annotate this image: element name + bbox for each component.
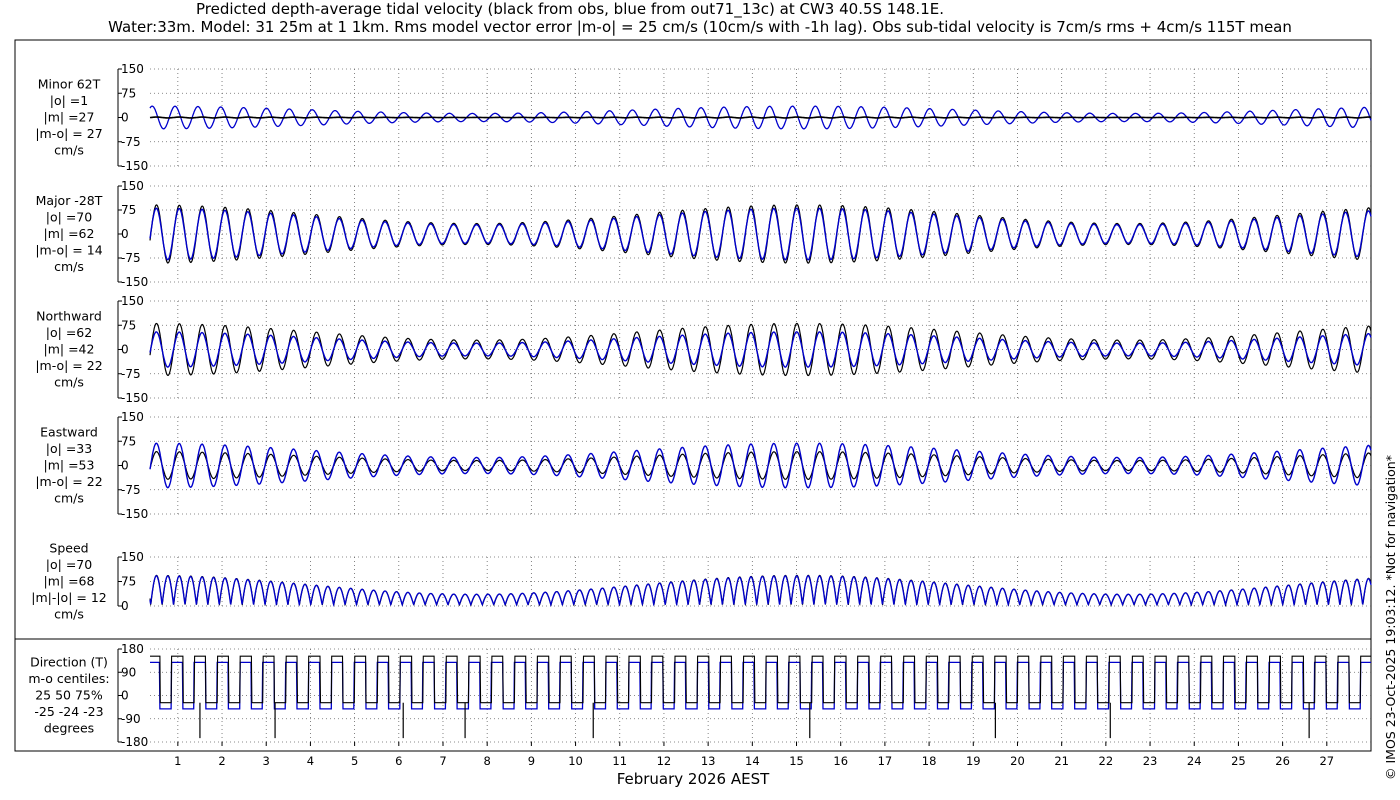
panel-label-line: |o| =33 bbox=[46, 441, 92, 456]
x-tick-label: 23 bbox=[1143, 754, 1158, 768]
panel-label-line: Major -28T bbox=[36, 193, 103, 208]
y-tick-label: -150 bbox=[121, 507, 148, 521]
y-tick-label: -90 bbox=[121, 712, 141, 726]
y-tick-label: 75 bbox=[121, 575, 136, 589]
panel-label-line: cm/s bbox=[54, 259, 84, 274]
y-tick-label: -75 bbox=[121, 135, 141, 149]
panel-label-line: |o| =70 bbox=[46, 557, 92, 572]
panel-label-line: |m-o| = 14 bbox=[35, 243, 102, 258]
y-tick-label: -150 bbox=[121, 391, 148, 405]
y-tick-label: 150 bbox=[121, 179, 144, 193]
series-model-line bbox=[149, 331, 1372, 368]
panel-label-line: |o| =62 bbox=[46, 325, 92, 340]
panel-label-line: degrees bbox=[44, 721, 94, 736]
panel-label-line: |o| =1 bbox=[50, 93, 88, 108]
y-tick-label: -75 bbox=[121, 483, 141, 497]
y-tick-label: -75 bbox=[121, 251, 141, 265]
panel-label-line: cm/s bbox=[54, 607, 84, 622]
x-tick-label: 22 bbox=[1099, 754, 1114, 768]
x-tick-label: 20 bbox=[1010, 754, 1025, 768]
series-model-line bbox=[150, 661, 1371, 710]
panel-label-line: cm/s bbox=[54, 143, 84, 158]
x-tick-label: 11 bbox=[612, 754, 627, 768]
series-model-line bbox=[149, 442, 1372, 489]
y-tick-label: 0 bbox=[121, 227, 129, 241]
panel-label-line: Eastward bbox=[40, 425, 98, 440]
panel-label-line: |o| =70 bbox=[46, 210, 92, 225]
x-tick-label: 13 bbox=[701, 754, 716, 768]
panel-label-line: cm/s bbox=[54, 491, 84, 506]
x-tick-label: 2 bbox=[218, 754, 225, 768]
x-tick-label: 21 bbox=[1054, 754, 1069, 768]
series-obs-line bbox=[150, 655, 1371, 704]
y-tick-label: 0 bbox=[121, 459, 129, 473]
y-tick-label: 75 bbox=[121, 318, 136, 332]
x-tick-label: 25 bbox=[1231, 754, 1246, 768]
panel-label-line: Northward bbox=[36, 309, 102, 324]
x-tick-label: 19 bbox=[966, 754, 981, 768]
y-tick-label: 0 bbox=[121, 111, 129, 125]
x-tick-label: 12 bbox=[657, 754, 672, 768]
y-tick-label: -150 bbox=[121, 159, 148, 173]
x-tick-label: 4 bbox=[307, 754, 314, 768]
panel-label-line: |m|-|o| = 12 bbox=[31, 590, 107, 605]
x-tick-label: 10 bbox=[568, 754, 583, 768]
panel-label-line: cm/s bbox=[54, 375, 84, 390]
y-tick-label: 150 bbox=[121, 550, 144, 564]
panel-label-line: |m| =62 bbox=[44, 226, 95, 241]
panel-label-line: Direction (T) bbox=[30, 655, 108, 670]
y-tick-label: 150 bbox=[121, 410, 144, 424]
panel-label-line: |m| =27 bbox=[44, 110, 95, 125]
y-tick-label: 0 bbox=[121, 343, 129, 357]
x-tick-label: 6 bbox=[395, 754, 402, 768]
x-tick-label: 7 bbox=[439, 754, 446, 768]
series-model-line bbox=[149, 575, 1372, 608]
x-axis-label: February 2026 AEST bbox=[617, 770, 770, 788]
panel-label-line: |m-o| = 27 bbox=[35, 126, 102, 141]
y-tick-label: -150 bbox=[121, 275, 148, 289]
y-tick-label: 150 bbox=[121, 62, 144, 76]
y-tick-label: 75 bbox=[121, 86, 136, 100]
y-tick-label: 75 bbox=[121, 434, 136, 448]
y-tick-label: 90 bbox=[121, 665, 136, 679]
tidal-velocity-chart: 150750-75-150Minor 62T|o| =1|m| =27|m-o|… bbox=[14, 39, 1372, 788]
x-tick-label: 17 bbox=[878, 754, 893, 768]
y-tick-label: 150 bbox=[121, 294, 144, 308]
y-tick-label: 180 bbox=[121, 642, 144, 656]
x-tick-label: 1 bbox=[174, 754, 181, 768]
x-tick-label: 5 bbox=[351, 754, 358, 768]
panel-label-line: Speed bbox=[49, 541, 88, 556]
x-tick-label: 27 bbox=[1319, 754, 1334, 768]
y-tick-label: 75 bbox=[121, 203, 136, 217]
x-tick-label: 14 bbox=[745, 754, 760, 768]
x-tick-label: 9 bbox=[528, 754, 535, 768]
panel-label-line: 25 50 75% bbox=[35, 688, 103, 703]
y-tick-label: -180 bbox=[121, 735, 148, 749]
x-tick-label: 8 bbox=[484, 754, 491, 768]
series-model-line bbox=[149, 207, 1372, 261]
x-tick-label: 18 bbox=[922, 754, 937, 768]
x-tick-label: 16 bbox=[833, 754, 848, 768]
x-tick-label: 26 bbox=[1275, 754, 1290, 768]
x-tick-label: 15 bbox=[789, 754, 804, 768]
x-tick-label: 3 bbox=[263, 754, 270, 768]
panel-label-line: -25 -24 -23 bbox=[34, 704, 103, 719]
credit-text: © IMOS 23-Oct-2025 19:03:12. *Not for na… bbox=[1383, 455, 1398, 780]
panel-label-line: |m| =42 bbox=[44, 342, 95, 357]
panel-label-line: |m| =68 bbox=[44, 574, 95, 589]
upper-frame bbox=[14, 39, 1372, 640]
y-tick-label: 0 bbox=[121, 599, 129, 613]
y-tick-label: 0 bbox=[121, 689, 129, 703]
panel-label-line: m-o centiles: bbox=[28, 671, 109, 686]
y-tick-label: -75 bbox=[121, 367, 141, 381]
series-obs-line bbox=[149, 116, 1371, 119]
x-tick-label: 24 bbox=[1187, 754, 1202, 768]
panel-label-line: Minor 62T bbox=[38, 77, 101, 92]
panel-label-line: |m-o| = 22 bbox=[35, 358, 102, 373]
panel-label-line: |m| =53 bbox=[44, 458, 95, 473]
panel-label-line: |m-o| = 22 bbox=[35, 474, 102, 489]
